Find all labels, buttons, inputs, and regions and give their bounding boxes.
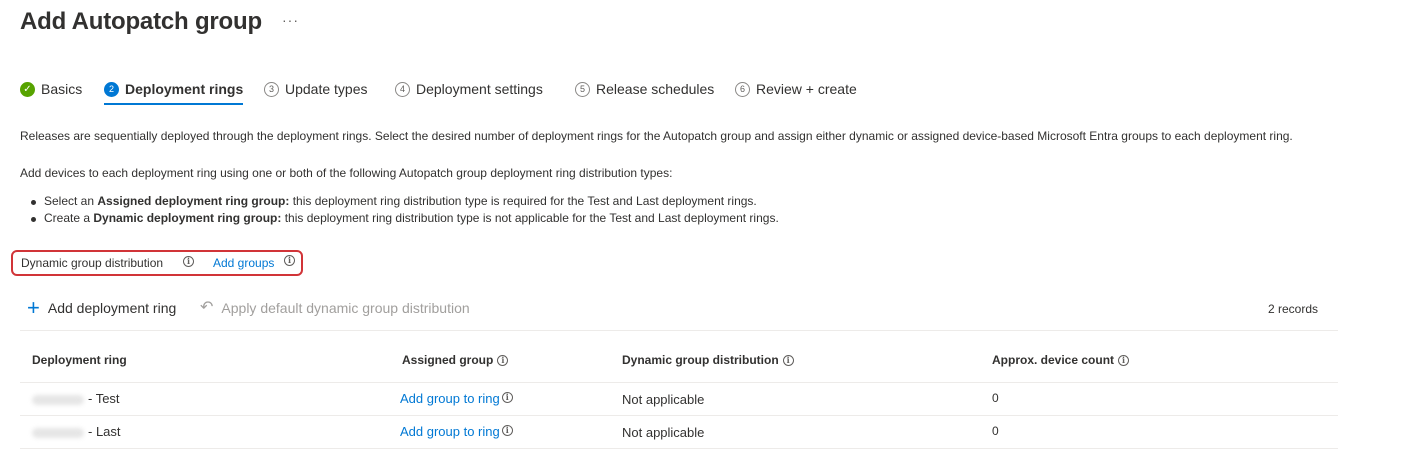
- info-icon[interactable]: i: [501, 425, 513, 436]
- tab-label: Deployment settings: [416, 81, 543, 97]
- bullet-bold: Assigned deployment ring group:: [97, 194, 290, 208]
- divider: [20, 382, 1338, 383]
- add-group-to-ring-link[interactable]: Add group to ring i: [400, 424, 513, 439]
- info-icon[interactable]: i: [183, 256, 194, 267]
- dynamic-group-distribution-label: Dynamic group distribution: [21, 256, 164, 270]
- device-count-value: 0: [992, 424, 999, 438]
- bullet-bold: Dynamic deployment ring group:: [93, 211, 282, 225]
- info-icon[interactable]: i: [284, 255, 295, 266]
- dynamic-distribution-value: Not applicable: [622, 392, 705, 407]
- divider: [20, 415, 1338, 416]
- table-row[interactable]: - Last: [32, 424, 121, 439]
- column-header-deployment-ring[interactable]: Deployment ring: [32, 353, 127, 367]
- tab-deployment-settings[interactable]: 4 Deployment settings: [395, 78, 543, 100]
- ring-name: - Test: [88, 391, 120, 406]
- tab-label: Basics: [41, 81, 83, 97]
- tab-label: Update types: [285, 81, 368, 97]
- table-row[interactable]: - Test: [32, 391, 120, 406]
- intro-text: Releases are sequentially deployed throu…: [20, 129, 1293, 143]
- info-icon[interactable]: i: [501, 392, 513, 403]
- divider: [20, 330, 1338, 331]
- checkmark-circle-icon: ✓: [20, 81, 35, 97]
- add-deployment-ring-label: Add deployment ring: [47, 300, 177, 316]
- redacted-name: [32, 394, 84, 405]
- column-header-dynamic-group-distribution[interactable]: Dynamic group distribution i: [622, 353, 794, 367]
- page-title: Add Autopatch group: [20, 8, 262, 35]
- header-label: Deployment ring: [32, 353, 127, 367]
- bullet-suffix: this deployment ring distribution type i…: [281, 211, 779, 225]
- add-group-to-ring-link[interactable]: Add group to ring i: [400, 391, 513, 406]
- add-deployment-ring-button[interactable]: + Add deployment ring: [27, 295, 177, 320]
- header-label: Dynamic group distribution: [622, 353, 779, 367]
- tab-basics[interactable]: ✓ Basics: [20, 78, 82, 100]
- tab-label: Deployment rings: [125, 81, 244, 97]
- list-item: Select an Assigned deployment ring group…: [31, 194, 779, 211]
- info-icon[interactable]: i: [782, 355, 794, 366]
- plus-icon: +: [27, 295, 40, 320]
- more-options-icon[interactable]: ···: [282, 12, 299, 28]
- header-label: Approx. device count: [992, 353, 1115, 367]
- column-header-device-count[interactable]: Approx. device count i: [992, 353, 1130, 367]
- header-label: Assigned group: [402, 353, 494, 367]
- link-label: Add group to ring: [400, 391, 500, 406]
- add-groups-link[interactable]: Add groups: [213, 256, 274, 270]
- step-number-icon: 2: [104, 81, 119, 97]
- tab-review-create[interactable]: 6 Review + create: [735, 78, 857, 100]
- link-label: Add group to ring: [400, 424, 500, 439]
- bullet-suffix: this deployment ring distribution type i…: [289, 194, 757, 208]
- tab-label: Release schedules: [596, 81, 715, 97]
- step-number-icon: 4: [395, 81, 410, 97]
- bullet-prefix: Select an: [44, 194, 98, 208]
- bullet-prefix: Create a: [44, 211, 94, 225]
- divider: [20, 448, 1338, 449]
- step-number-icon: 5: [575, 81, 590, 97]
- distribution-types-list: Select an Assigned deployment ring group…: [31, 194, 779, 228]
- apply-default-label: Apply default dynamic group distribution: [221, 300, 470, 316]
- redacted-name: [32, 427, 84, 438]
- device-count-value: 0: [992, 391, 999, 405]
- tab-release-schedules[interactable]: 5 Release schedules: [575, 78, 714, 100]
- step-number-icon: 6: [735, 81, 750, 97]
- tab-update-types[interactable]: 3 Update types: [264, 78, 368, 100]
- tab-deployment-rings[interactable]: 2 Deployment rings: [104, 78, 244, 105]
- info-icon[interactable]: i: [1118, 355, 1130, 366]
- ring-name: - Last: [88, 424, 121, 439]
- records-count: 2 records: [1268, 302, 1319, 316]
- column-header-assigned-group[interactable]: Assigned group i: [402, 353, 509, 367]
- dynamic-distribution-value: Not applicable: [622, 425, 705, 440]
- list-item: Create a Dynamic deployment ring group: …: [31, 211, 779, 228]
- tab-label: Review + create: [756, 81, 857, 97]
- info-icon[interactable]: i: [497, 355, 509, 366]
- apply-default-button[interactable]: ↶ Apply default dynamic group distributi…: [200, 299, 470, 317]
- step-number-icon: 3: [264, 81, 279, 97]
- undo-icon: ↶: [200, 299, 214, 316]
- add-devices-text: Add devices to each deployment ring usin…: [20, 166, 673, 180]
